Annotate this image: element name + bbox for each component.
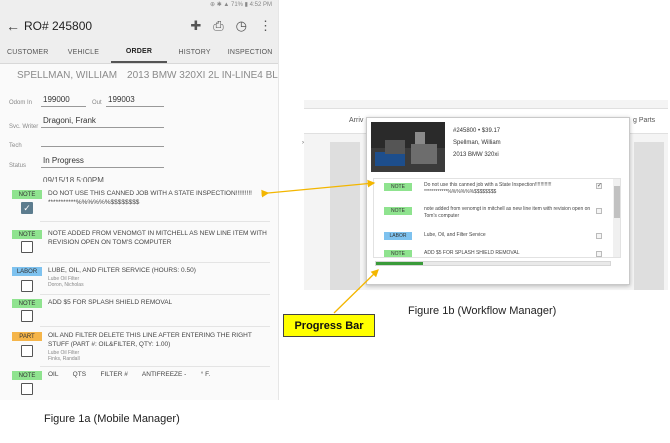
annotation-arrows (261, 179, 379, 314)
caption-figure-1b: Figure 1b (Workflow Manager) (408, 305, 557, 317)
arrow-to-progress-bar (333, 269, 379, 314)
progress-bar-callout: Progress Bar (283, 314, 375, 337)
arrow-mobile-to-desktop-note (261, 179, 376, 198)
caption-figure-1a: Figure 1a (Mobile Manager) (44, 413, 180, 425)
